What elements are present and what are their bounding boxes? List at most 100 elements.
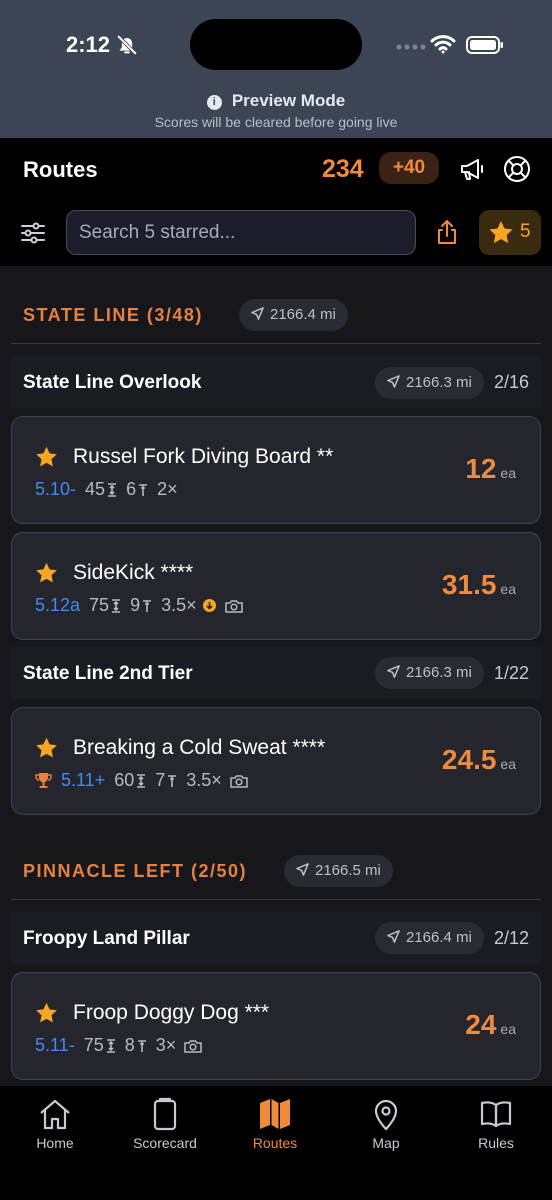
page-title: Routes — [23, 157, 98, 182]
sliders-icon[interactable] — [20, 220, 46, 246]
megaphone-icon[interactable] — [458, 155, 486, 183]
route-points: 12 ea — [465, 453, 516, 485]
route-meta: 5.10- 45 6 2× — [35, 479, 184, 500]
location-arrow-icon — [387, 665, 400, 678]
height-icon — [112, 598, 121, 613]
scorecard-icon — [153, 1097, 177, 1131]
battery-icon — [466, 36, 503, 54]
status-area: 2:12 i Preview Mode Scores will be cleare… — [0, 0, 552, 138]
distance-text: 2166.4 mi — [270, 306, 336, 323]
points-unit: ea — [500, 1021, 516, 1037]
app-header: Routes 234 +40 — [0, 138, 552, 200]
search-input[interactable] — [66, 210, 416, 255]
route-card[interactable]: Breaking a Cold Sweat **** 5.11+ 60 7 3.… — [11, 707, 541, 815]
tab-label: Rules — [478, 1135, 514, 1151]
distance-text: 2166.4 mi — [406, 929, 472, 946]
route-bolts: 9 — [130, 595, 141, 615]
distance-pill: 2166.4 mi — [239, 299, 348, 331]
distance-pill: 2166.3 mi — [375, 657, 484, 689]
route-height: 45 — [85, 479, 106, 499]
wall-name: State Line 2nd Tier — [23, 663, 193, 684]
tab-routes[interactable]: Routes — [225, 1096, 325, 1151]
book-icon — [480, 1101, 512, 1128]
location-arrow-icon — [387, 930, 400, 943]
location-arrow-icon — [296, 863, 309, 876]
points-unit: ea — [500, 465, 516, 481]
points-value: 31.5 — [441, 569, 497, 600]
route-multiplier: 3× — [155, 1035, 177, 1055]
status-time: 2:12 — [66, 32, 111, 57]
starred-filter-button[interactable]: 5 — [479, 210, 541, 255]
distance-text: 2166.3 mi — [406, 664, 472, 681]
distance-text: 2166.3 mi — [406, 374, 472, 391]
camera-icon — [224, 599, 243, 613]
bolt-icon — [143, 599, 152, 612]
trophy-icon — [35, 773, 52, 788]
total-score: 234 — [322, 155, 364, 183]
wall-header[interactable]: State Line 2nd Tier 2166.3 mi 1/22 — [11, 647, 541, 699]
divider — [11, 899, 541, 900]
route-bolts: 7 — [155, 770, 166, 790]
wifi-icon — [430, 35, 456, 54]
distance-pill: 2166.4 mi — [375, 922, 484, 954]
route-name: Froop Doggy Dog *** — [73, 1001, 270, 1024]
star-icon[interactable] — [34, 445, 59, 469]
route-points: 24.5 ea — [442, 744, 516, 776]
tab-label: Home — [36, 1135, 74, 1151]
camera-icon — [184, 1039, 203, 1053]
points-unit: ea — [500, 581, 516, 597]
area-title: PINNACLE LEFT (2/50) — [23, 861, 248, 881]
height-icon — [106, 1038, 115, 1053]
distance-text: 2166.5 mi — [315, 862, 381, 879]
height-icon — [108, 482, 117, 497]
wall-name: Froopy Land Pillar — [23, 928, 190, 949]
starred-count: 5 — [520, 221, 531, 242]
divider — [11, 343, 541, 344]
route-multiplier: 2× — [157, 479, 178, 499]
height-icon — [137, 773, 146, 788]
route-bolts: 6 — [126, 479, 137, 499]
tab-label: Map — [372, 1135, 400, 1151]
points-value: 12 — [465, 453, 497, 484]
bolt-icon — [168, 774, 177, 787]
tab-label: Scorecard — [133, 1135, 197, 1151]
bolt-icon — [137, 1039, 146, 1052]
route-grade: 5.10- — [35, 479, 77, 499]
wall-count: 1/22 — [493, 663, 529, 683]
tab-map[interactable]: Map — [336, 1096, 436, 1151]
route-multiplier: 3.5× — [186, 770, 222, 790]
tab-home[interactable]: Home — [5, 1096, 105, 1151]
distance-pill: 2166.5 mi — [284, 855, 393, 887]
route-card[interactable]: SideKick **** 5.12a 75 9 3.5× 31.5 ea — [11, 532, 541, 640]
star-icon[interactable] — [34, 561, 59, 585]
star-icon[interactable] — [34, 736, 59, 760]
route-name: Breaking a Cold Sweat **** — [73, 736, 326, 759]
tab-rules[interactable]: Rules — [446, 1096, 546, 1151]
wall-header[interactable]: Froopy Land Pillar 2166.4 mi 2/12 — [11, 912, 541, 964]
location-arrow-icon — [251, 307, 264, 320]
route-points: 24 ea — [465, 1009, 516, 1041]
search-row: 5 — [0, 200, 552, 266]
dynamic-island — [190, 19, 362, 70]
route-card[interactable]: Russel Fork Diving Board ** 5.10- 45 6 2… — [11, 416, 541, 524]
route-grade: 5.12a — [35, 595, 81, 615]
preview-mode-subtitle: Scores will be cleared before going live — [154, 114, 398, 130]
life-ring-icon[interactable] — [503, 155, 531, 183]
camera-icon — [230, 774, 248, 788]
share-icon[interactable] — [434, 218, 460, 246]
arrow-down-circle-icon — [202, 599, 216, 612]
points-value: 24 — [465, 1009, 497, 1040]
bell-off-icon — [116, 34, 138, 56]
preview-title-text: Preview Mode — [231, 91, 346, 110]
wall-count: 2/12 — [493, 928, 529, 948]
route-height: 75 — [89, 595, 110, 615]
star-icon[interactable] — [34, 1001, 59, 1025]
map-folded-icon — [260, 1099, 290, 1129]
bonus-badge: +40 — [379, 152, 439, 184]
route-grade: 5.11- — [35, 1035, 75, 1055]
route-name: SideKick **** — [73, 561, 194, 584]
preview-mode-title: i Preview Mode — [0, 91, 552, 111]
wall-header[interactable]: State Line Overlook 2166.3 mi 2/16 — [11, 356, 541, 408]
route-card[interactable]: Froop Doggy Dog *** 5.11- 75 8 3× 24 ea — [11, 972, 541, 1080]
tab-scorecard[interactable]: Scorecard — [115, 1096, 215, 1151]
